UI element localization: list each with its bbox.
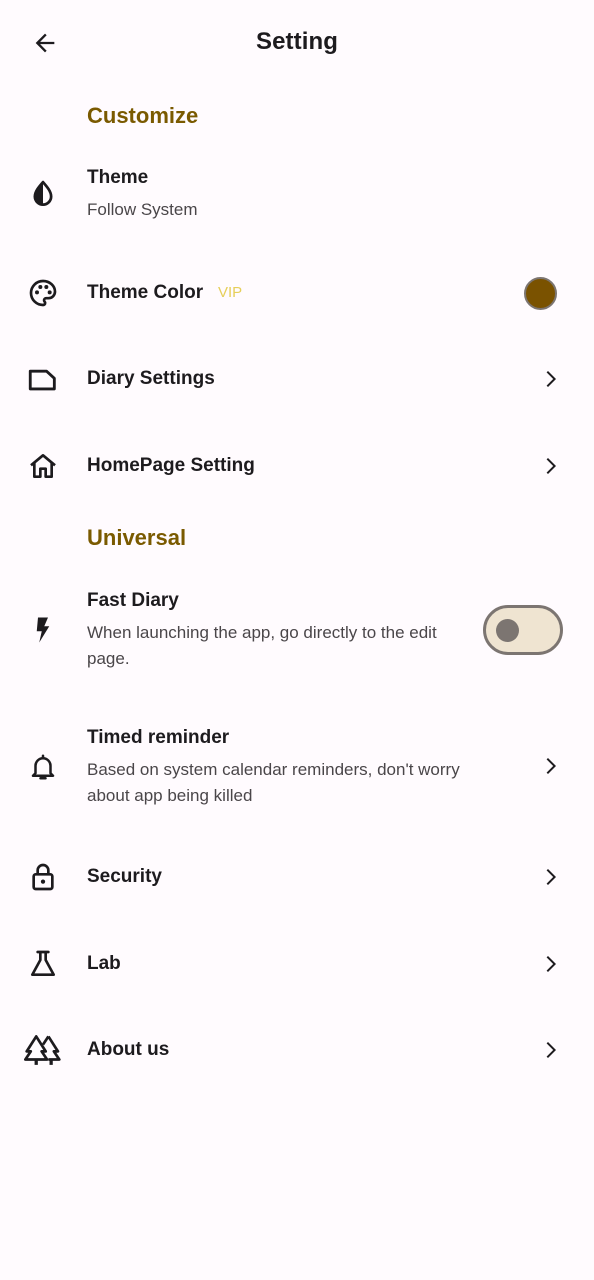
bell-icon xyxy=(22,746,64,788)
setting-item-title: HomePage Setting xyxy=(87,455,255,476)
theme-color-swatch[interactable] xyxy=(524,277,557,310)
app-bar: Setting xyxy=(0,0,594,86)
setting-item-title: Timed reminder xyxy=(87,727,230,748)
forest-icon xyxy=(22,1029,64,1071)
palette-icon xyxy=(22,272,64,314)
setting-item-subtitle: When launching the app, go directly to t… xyxy=(87,620,487,672)
setting-item-diary-settings[interactable]: Diary Settings xyxy=(0,350,594,408)
home-icon xyxy=(22,445,64,487)
setting-item-title: Theme Color xyxy=(87,282,204,303)
setting-item-fast-diary[interactable]: Fast Diary When launching the app, go di… xyxy=(0,575,594,685)
chevron-right-icon xyxy=(546,371,556,387)
chevron-right-icon xyxy=(546,758,556,774)
subtitle-line: Based on system calendar reminders, don'… xyxy=(87,760,460,779)
page-title: Setting xyxy=(255,28,339,55)
subtitle-line: When launching the app, go directly to t… xyxy=(87,623,437,642)
setting-item-title: About us xyxy=(87,1039,170,1060)
chevron-right-icon xyxy=(546,869,556,885)
setting-item-title: Theme xyxy=(87,167,149,188)
setting-item-title: Fast Diary xyxy=(87,590,179,611)
setting-item-homepage-setting[interactable]: HomePage Setting xyxy=(0,437,594,495)
vip-badge: VIP xyxy=(218,284,243,301)
fast-diary-toggle[interactable] xyxy=(483,605,563,655)
chevron-right-icon xyxy=(546,458,556,474)
chevron-right-icon xyxy=(546,956,556,972)
setting-item-timed-reminder[interactable]: Timed reminder Based on system calendar … xyxy=(0,712,594,822)
flask-icon xyxy=(22,943,64,985)
setting-item-about-us[interactable]: About us xyxy=(0,1021,594,1079)
setting-item-subtitle: Follow System xyxy=(87,200,198,219)
setting-item-title: Security xyxy=(87,866,162,887)
chevron-right-icon xyxy=(546,1042,556,1058)
label-outline-icon xyxy=(22,358,64,400)
setting-item-subtitle: Based on system calendar reminders, don'… xyxy=(87,757,517,809)
setting-item-theme-color[interactable]: Theme Color VIP xyxy=(0,262,594,324)
setting-item-title: Diary Settings xyxy=(87,368,215,389)
lock-icon xyxy=(22,856,64,898)
setting-item-title: Lab xyxy=(87,953,121,974)
flash-icon xyxy=(22,609,64,651)
setting-item-lab[interactable]: Lab xyxy=(0,935,594,993)
subtitle-line: about app being killed xyxy=(87,786,253,805)
section-header-customize: Customize xyxy=(87,103,199,128)
section-header-universal: Universal xyxy=(87,525,187,550)
setting-item-theme[interactable]: Theme Follow System xyxy=(0,150,594,240)
toggle-thumb xyxy=(496,619,519,642)
contrast-drop-icon xyxy=(22,173,64,215)
setting-item-security[interactable]: Security xyxy=(0,848,594,906)
subtitle-line: page. xyxy=(87,649,130,668)
